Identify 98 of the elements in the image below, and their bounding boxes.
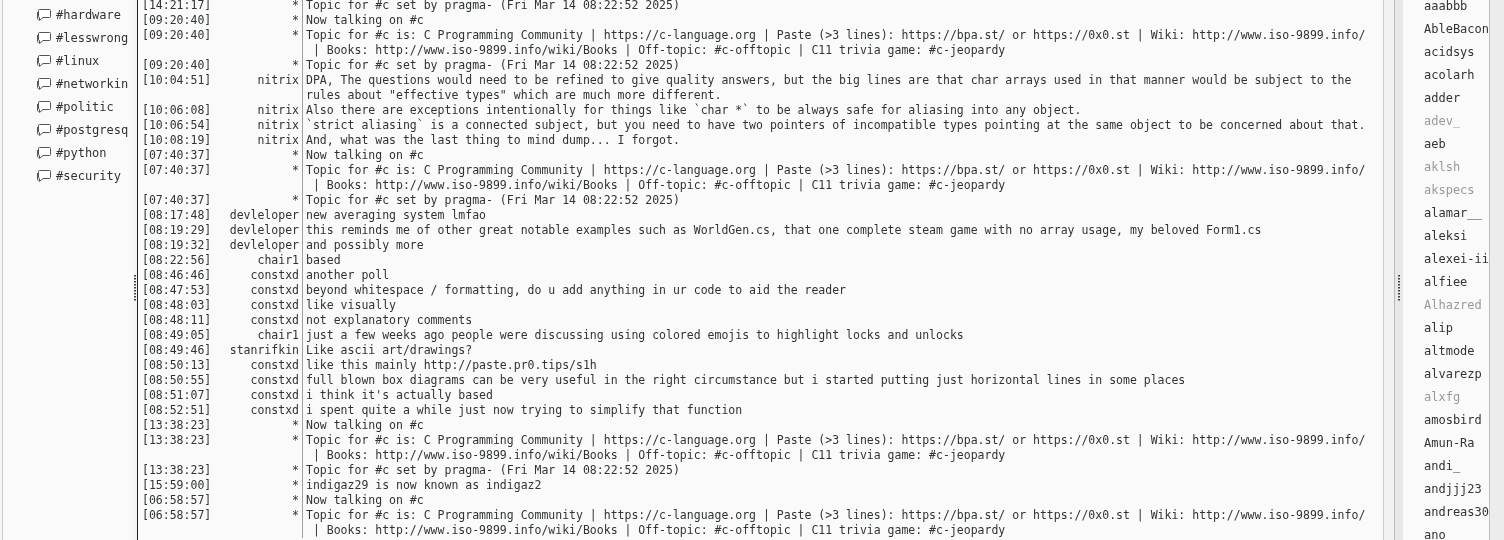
timestamp: [08:22:56] [142,253,213,268]
timestamp: [13:38:23] [142,463,213,478]
nickname: * [291,58,300,73]
user-item[interactable]: aeb [1424,133,1489,156]
nickname: constxd [249,403,300,418]
timestamp: [09:20:40] [142,13,213,28]
timestamp: [08:48:11] [142,313,213,328]
chat-bubble-icon [36,76,52,91]
channel-item[interactable]: #hardware [36,3,133,26]
timestamp: [10:06:08] [142,103,213,118]
nickname: * [291,28,300,44]
nickname: * [291,433,300,449]
user-item[interactable]: acolarh [1424,64,1489,87]
chat-bubble-icon [36,53,52,68]
timestamp: [08:19:29] [142,223,213,238]
chat-bubble-icon [36,145,52,160]
user-item[interactable]: andreas30 [1424,501,1489,524]
nickname: constxd [249,388,300,403]
channel-item[interactable]: #security [36,164,133,187]
channel-item[interactable]: #linux [36,49,133,72]
timestamp: [08:49:46] [142,343,213,358]
scrollbar[interactable] [1383,0,1395,540]
nickname: * [291,478,300,493]
nickname: nitrix [256,133,300,148]
nickname: constxd [249,358,300,373]
chat-bubble-icon [36,168,52,183]
user-item[interactable]: adder [1424,87,1489,110]
timestamp: [15:59:00] [142,478,213,493]
nickname: * [291,13,300,28]
timestamp: [10:08:19] [142,133,213,148]
timestamp: [08:46:46] [142,268,213,283]
nickname: constxd [249,283,300,298]
timestamp: [08:49:05] [142,328,213,343]
chat-bubble-icon [36,7,52,22]
nickname: devleloper [228,223,300,238]
channel-item[interactable]: #python [36,141,133,164]
timestamp: [08:17:48] [142,208,213,223]
timestamp: [07:40:37] [142,163,213,179]
nickname: constxd [249,313,300,328]
nickname: devleloper [228,208,300,223]
channel-item[interactable]: #lesswrong [36,26,133,49]
user-item[interactable]: aleksi [1424,225,1489,248]
chat-bubble-icon [36,122,52,137]
nickname: nitrix [256,118,300,133]
timestamp: [08:50:55] [142,373,213,388]
timestamp: [13:38:23] [142,433,213,449]
nickname: * [291,508,300,524]
chat-bubble-icon [36,30,52,45]
nickname: nitrix [256,103,300,118]
nickname: constxd [249,268,300,283]
nickname: * [291,493,300,508]
timestamp: [09:20:40] [142,58,213,73]
user-item[interactable]: alfiee [1424,271,1489,294]
channel-item[interactable]: #postgresq [36,118,133,141]
timestamp: [07:40:37] [142,193,213,208]
user-item[interactable]: andi_ [1424,455,1489,478]
timestamp: [13:38:23] [142,418,213,433]
nickname: * [291,0,300,13]
timestamp: [08:19:32] [142,238,213,253]
nickname: * [291,463,300,478]
channel-item[interactable]: #politic [36,95,133,118]
user-item[interactable]: ano [1424,524,1489,540]
timestamp: [06:58:57] [142,493,213,508]
timestamp: [06:58:57] [142,508,213,524]
user-item[interactable]: alamar__ [1424,202,1489,225]
timestamp: [09:20:40] [142,28,213,44]
timestamp: [08:48:03] [142,298,213,313]
timestamp: [08:47:53] [142,283,213,298]
timestamp: [08:50:13] [142,358,213,373]
timestamp: [14:21:17] [142,0,213,13]
nickname: * [291,193,300,208]
nickname: chair1 [256,253,300,268]
nickname: chair1 [256,328,300,343]
channel-item[interactable]: #networkin [36,72,133,95]
user-item[interactable]: AbleBacon [1424,18,1489,41]
user-item[interactable]: altmode [1424,340,1489,363]
nickname: constxd [249,298,300,313]
timestamp: [08:51:07] [142,388,213,403]
user-item[interactable]: alip [1424,317,1489,340]
nickname: nitrix [256,73,300,89]
timestamp: [08:52:51] [142,403,213,418]
timestamp: [10:06:54] [142,118,213,133]
nickname: * [291,163,300,179]
timestamp: [07:40:37] [142,148,213,163]
user-item[interactable]: alexei-ii [1424,248,1489,271]
user-item[interactable]: Amun-Ra [1424,432,1489,455]
chat-bubble-icon [36,99,52,114]
user-item[interactable]: aaabbb [1424,0,1489,18]
nickname: constxd [249,373,300,388]
nickname: * [291,418,300,433]
user-item[interactable]: acidsys [1424,41,1489,64]
timestamp: [10:04:51] [142,73,213,89]
user-item[interactable]: alvarezp [1424,363,1489,386]
user-item[interactable]: andjjj23 [1424,478,1489,501]
nickname: stanrifkin [228,343,300,358]
nickname: * [291,148,300,163]
nickname: devleloper [228,238,300,253]
user-item[interactable]: amosbird [1424,409,1489,432]
